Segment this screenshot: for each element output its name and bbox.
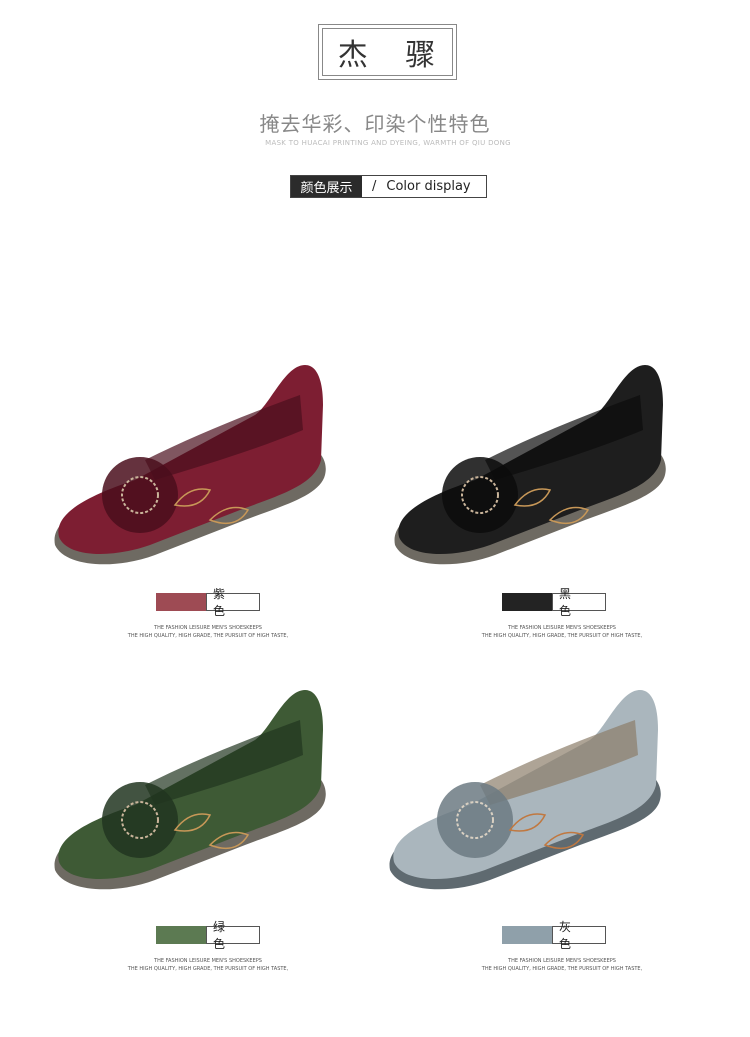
caption-line-2: THE HIGH QUALITY, HIGH GRADE, THE PURSUI…: [481, 633, 643, 639]
color-display-label-en: Color display: [386, 179, 471, 194]
caption-line-1: THE FASHION LEISURE MEN'S SHOESKEEPS: [154, 958, 262, 964]
product-caption: THE FASHION LEISURE MEN'S SHOESKEEPS THE…: [28, 624, 388, 640]
shoe-image-black: [394, 365, 666, 565]
color-swatch: [502, 593, 552, 611]
color-swatch-row: 绿 色: [156, 920, 260, 951]
slogan-english: MASK TO HUACAI PRINTING AND DYEING, WARM…: [265, 139, 511, 147]
color-name-label: 灰 色: [552, 920, 606, 951]
color-swatch: [502, 926, 552, 944]
color-display-label-zh: 颜色展示: [291, 176, 362, 197]
caption-line-1: THE FASHION LEISURE MEN'S SHOESKEEPS: [508, 958, 616, 964]
color-swatch-row: 紫 色: [156, 587, 260, 618]
brand-logo-box: 杰 骤: [318, 24, 457, 80]
product-caption: THE FASHION LEISURE MEN'S SHOESKEEPS THE…: [28, 957, 388, 973]
color-name-label: 紫 色: [206, 587, 260, 618]
caption-line-2: THE HIGH QUALITY, HIGH GRADE, THE PURSUI…: [127, 633, 289, 639]
color-name-label: 黑 色: [552, 587, 606, 618]
caption-line-1: THE FASHION LEISURE MEN'S SHOESKEEPS: [154, 625, 262, 631]
product-caption: THE FASHION LEISURE MEN'S SHOESKEEPS THE…: [382, 624, 742, 640]
color-name-label: 绿 色: [206, 920, 260, 951]
color-swatch: [156, 593, 206, 611]
shoe-image-green: [54, 690, 326, 890]
color-display-separator: /: [372, 179, 377, 194]
color-swatch: [156, 926, 206, 944]
shoe-image-grey: [389, 690, 661, 890]
caption-line-2: THE HIGH QUALITY, HIGH GRADE, THE PURSUI…: [127, 966, 289, 972]
color-swatch-row: 黑 色: [502, 587, 606, 618]
caption-line-2: THE HIGH QUALITY, HIGH GRADE, THE PURSUI…: [481, 966, 643, 972]
slogan: 掩去华彩、印染个性特色: [259, 112, 491, 136]
color-display-banner: 颜色展示 / Color display: [290, 175, 487, 198]
color-swatch-row: 灰 色: [502, 920, 606, 951]
brand-name: 杰 骤: [322, 28, 453, 76]
product-caption: THE FASHION LEISURE MEN'S SHOESKEEPS THE…: [382, 957, 742, 973]
shoe-image-purple: [54, 365, 326, 565]
caption-line-1: THE FASHION LEISURE MEN'S SHOESKEEPS: [508, 625, 616, 631]
